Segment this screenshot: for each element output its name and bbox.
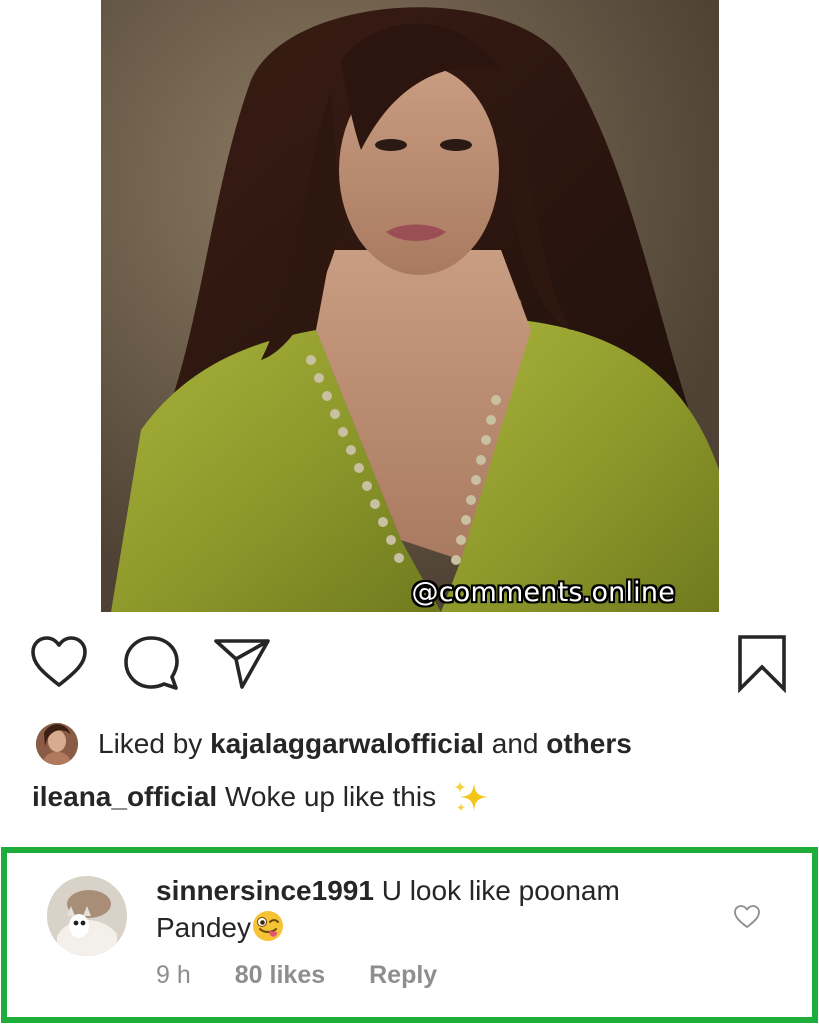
comment-reply-button[interactable]: Reply	[369, 961, 437, 990]
post-image[interactable]: @comments.online	[101, 0, 719, 612]
post-action-bar	[0, 633, 819, 693]
comment-timestamp: 9 h	[156, 961, 191, 989]
post-photo	[101, 0, 719, 612]
comment-bubble-icon[interactable]	[121, 633, 181, 693]
caption-username[interactable]: ileana_official	[32, 781, 217, 813]
comment-username[interactable]: sinnersince1991	[156, 875, 374, 906]
winking-tongue-emoji	[251, 909, 285, 943]
bookmark-icon[interactable]	[732, 633, 792, 693]
liked-by-prefix: Liked by	[98, 728, 211, 759]
post-caption: ileana_official Woke up like this	[32, 779, 490, 815]
heart-outline-icon[interactable]	[29, 633, 89, 693]
paper-plane-icon[interactable]	[212, 633, 272, 693]
liked-by-and: and	[483, 728, 547, 759]
highlighted-comment: sinnersince1991 U look like poonam Pande…	[1, 847, 818, 1023]
liked-by-others[interactable]: others	[546, 728, 632, 759]
watermark-text: @comments.online	[411, 577, 675, 608]
liker-avatar[interactable]	[36, 723, 78, 765]
commenter-avatar[interactable]	[47, 876, 127, 956]
comment-body: sinnersince1991 U look like poonam Pande…	[156, 873, 696, 946]
liked-by-text: Liked by kajalaggarwalofficial and other…	[98, 728, 632, 760]
comment-heart-icon[interactable]	[733, 903, 761, 931]
liked-by-row[interactable]: Liked by kajalaggarwalofficial and other…	[36, 723, 632, 765]
comment-likes-count[interactable]: 80 likes	[235, 961, 325, 990]
comment-meta-row: 9 h 80 likes Reply	[156, 961, 437, 990]
liker-username[interactable]: kajalaggarwalofficial	[210, 728, 484, 759]
sparkles-icon	[452, 779, 490, 815]
caption-text: Woke up like this	[217, 781, 444, 812]
